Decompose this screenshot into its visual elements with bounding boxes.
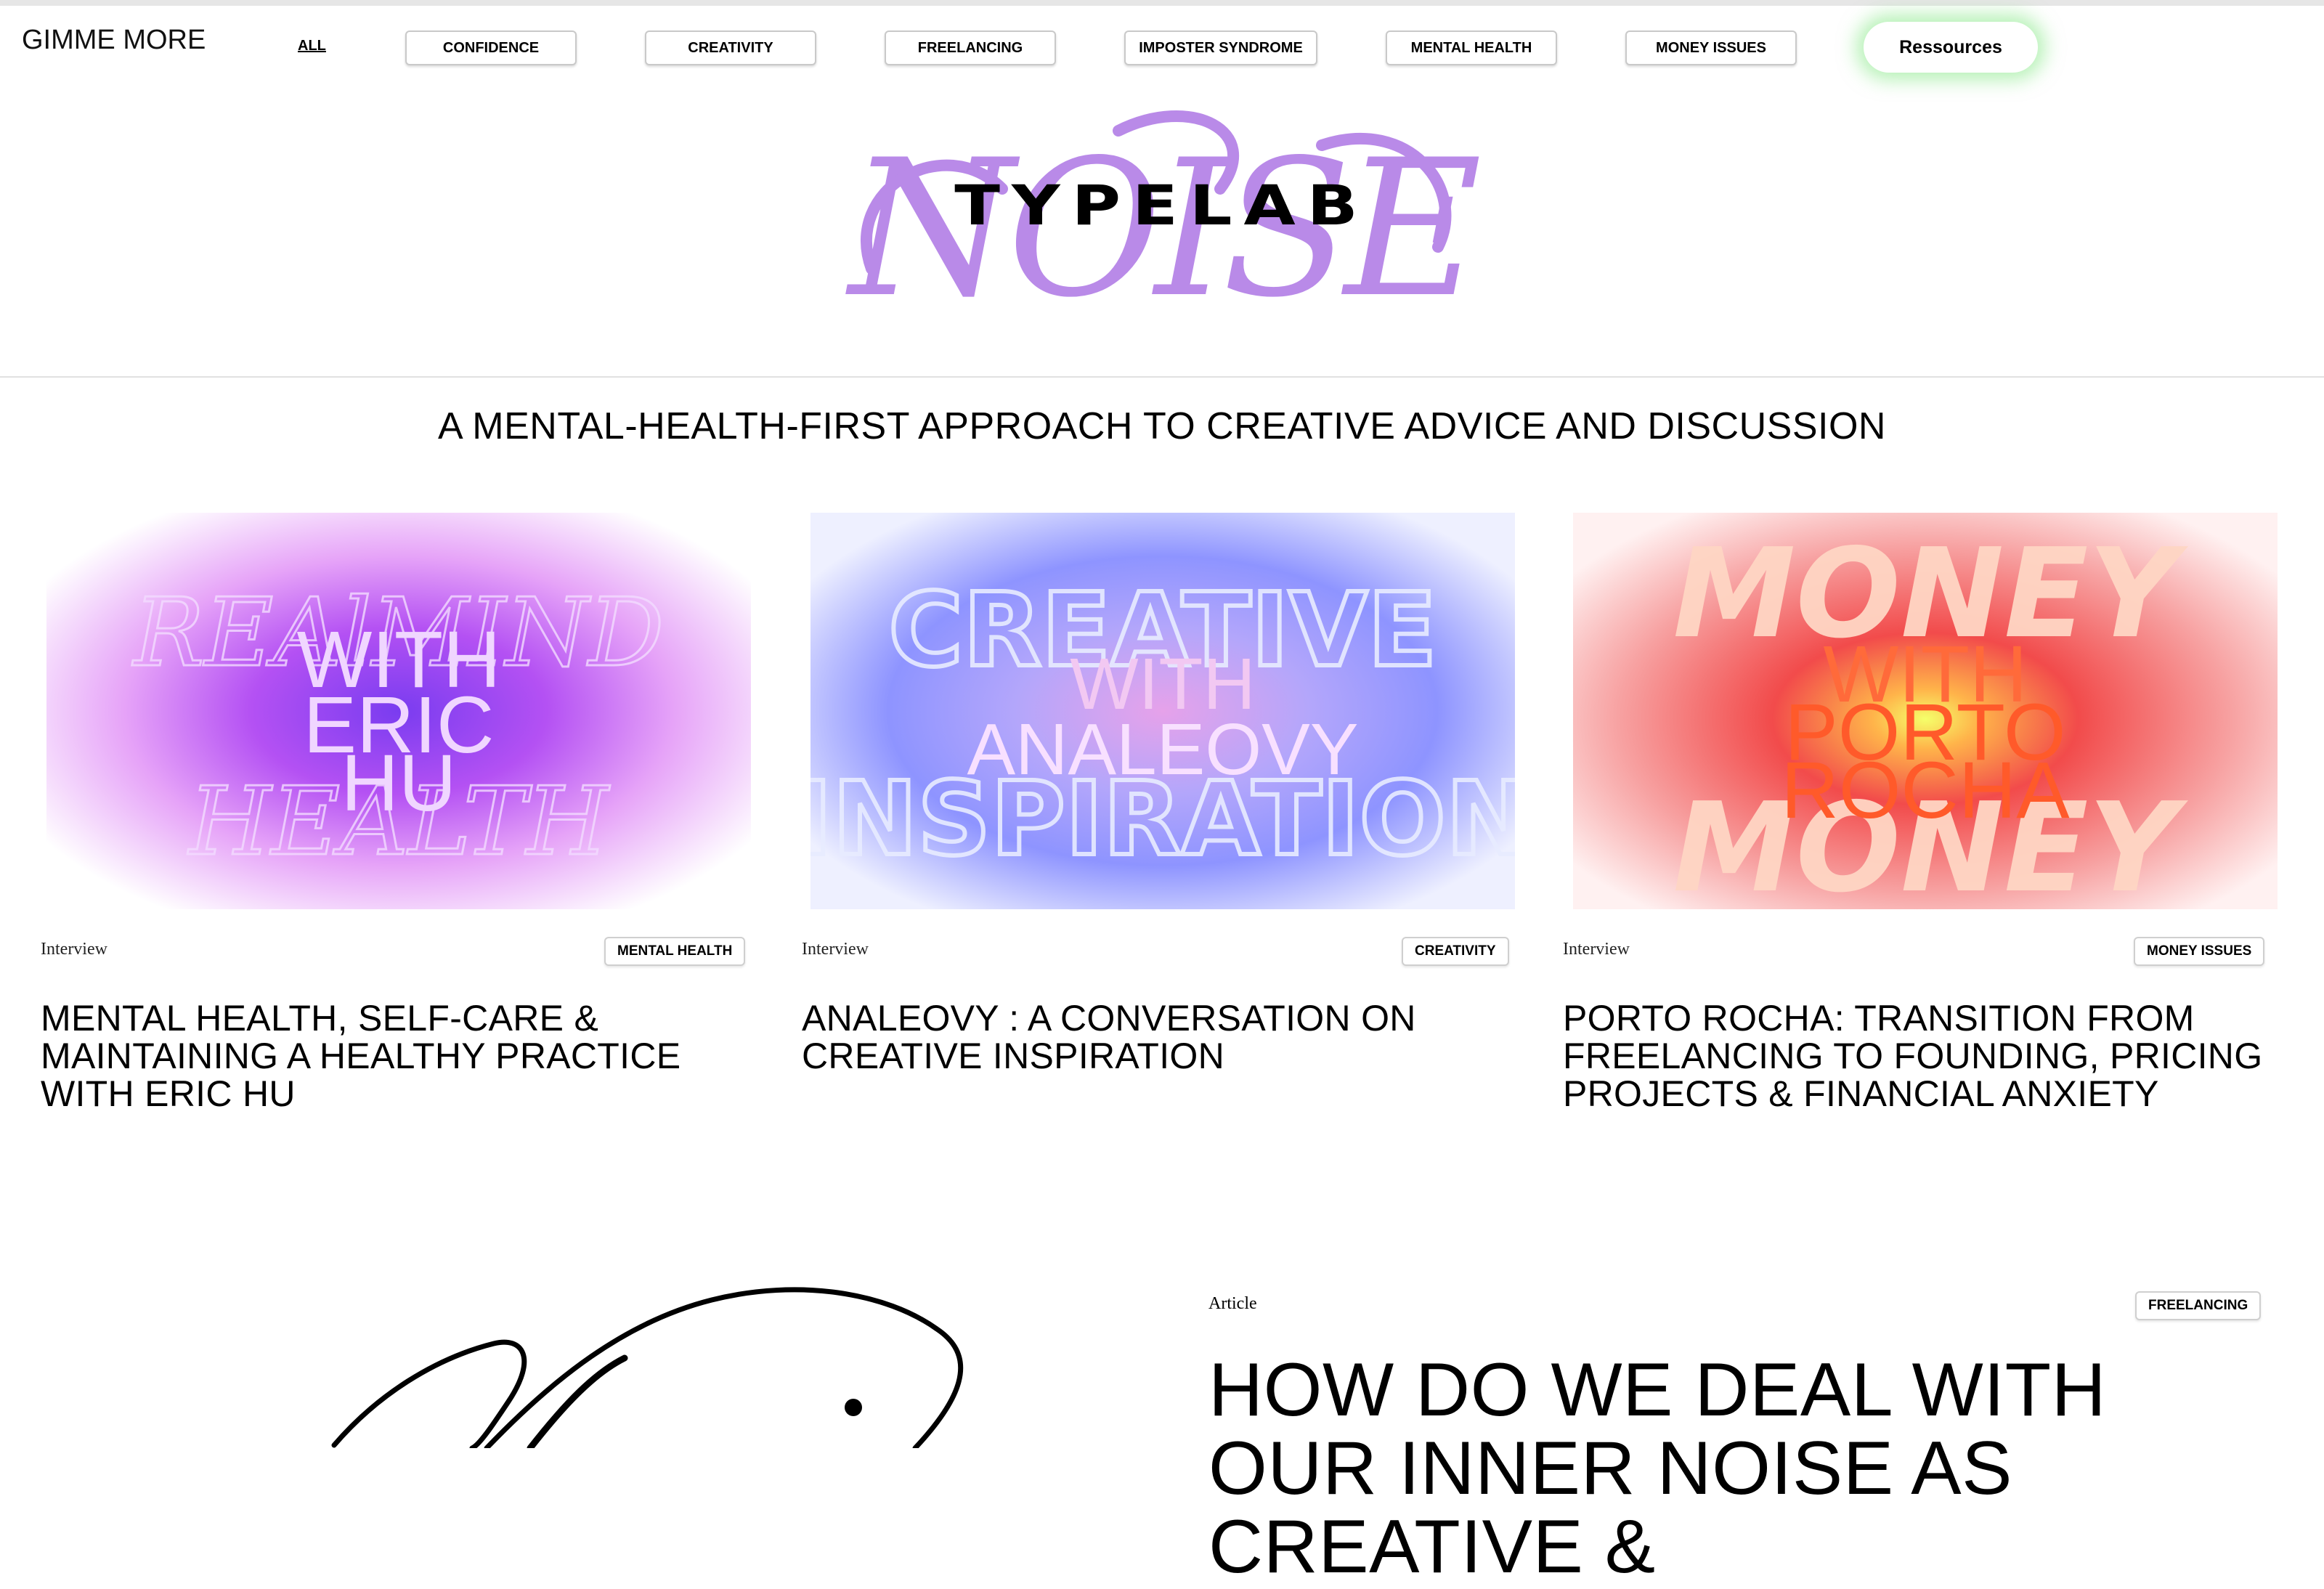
nav-filter-mental-health[interactable]: MENTAL HEALTH — [1386, 31, 1557, 65]
card-tag-money-issues[interactable]: MONEY ISSUES — [2134, 937, 2265, 966]
nav-filter-confidence[interactable]: CONFIDENCE — [405, 31, 577, 65]
card-title-porto-rocha[interactable]: PORTO ROCHA: TRANSITION FROM FREELANCING… — [1563, 999, 2289, 1113]
card-image-porto-rocha[interactable]: MONEY MONEY WITH PORTO ROCHA — [1573, 513, 2278, 909]
article-type-label: Article — [1208, 1294, 1257, 1313]
card-image-eric-hu[interactable]: REAlMIND HEALTH WITH ERIC HU — [46, 513, 751, 909]
card-type-label: Interview — [802, 940, 869, 959]
top-edge-line — [0, 0, 2324, 6]
card-image-analeovy[interactable]: CREATIVE WITH ANALEOVY INSPIRATION — [810, 513, 1515, 909]
nav-filter-creativity[interactable]: CREATIVITY — [645, 31, 816, 65]
card-tag-creativity[interactable]: CREATIVITY — [1402, 937, 1509, 966]
card-type-label: Interview — [41, 940, 107, 959]
card-tag-mental-health[interactable]: MENTAL HEALTH — [604, 937, 746, 966]
card-image-text: HU — [341, 739, 457, 828]
article-tag-freelancing[interactable]: FREELANCING — [2135, 1291, 2262, 1320]
nav-filter-money-issues[interactable]: MONEY ISSUES — [1625, 31, 1797, 65]
nav-filter-imposter-syndrome[interactable]: IMPOSTER SYNDROME — [1124, 31, 1317, 65]
card-image-text: ROCHA — [1781, 746, 2070, 835]
hero-logo: NOISE TYPELAB — [813, 102, 1511, 349]
nav-filter-all[interactable]: ALL — [298, 38, 326, 54]
site-brand[interactable]: GIMME MORE — [22, 25, 206, 56]
article-title[interactable]: HOW DO WE DEAL WITH OUR INNER NOISE AS C… — [1208, 1351, 2283, 1586]
card-title-eric-hu[interactable]: MENTAL HEALTH, SELF-CARE & MAINTAINING A… — [41, 999, 767, 1113]
card-image-text: INSPIRATION — [810, 760, 1515, 879]
page-tagline: A MENTAL-HEALTH-FIRST APPROACH TO CREATI… — [438, 405, 1886, 447]
header-divider — [0, 376, 2324, 378]
card-title-analeovy[interactable]: ANALEOVY : A CONVERSATION ON CREATIVE IN… — [802, 999, 1499, 1075]
article-calligraphy-image[interactable] — [290, 1278, 1046, 1452]
card-type-label: Interview — [1563, 940, 1630, 959]
hero-logo-overlay: TYPELAB — [954, 174, 1370, 237]
resources-button[interactable]: Ressources — [1864, 22, 2038, 73]
nav-filter-freelancing[interactable]: FREELANCING — [885, 31, 1056, 65]
